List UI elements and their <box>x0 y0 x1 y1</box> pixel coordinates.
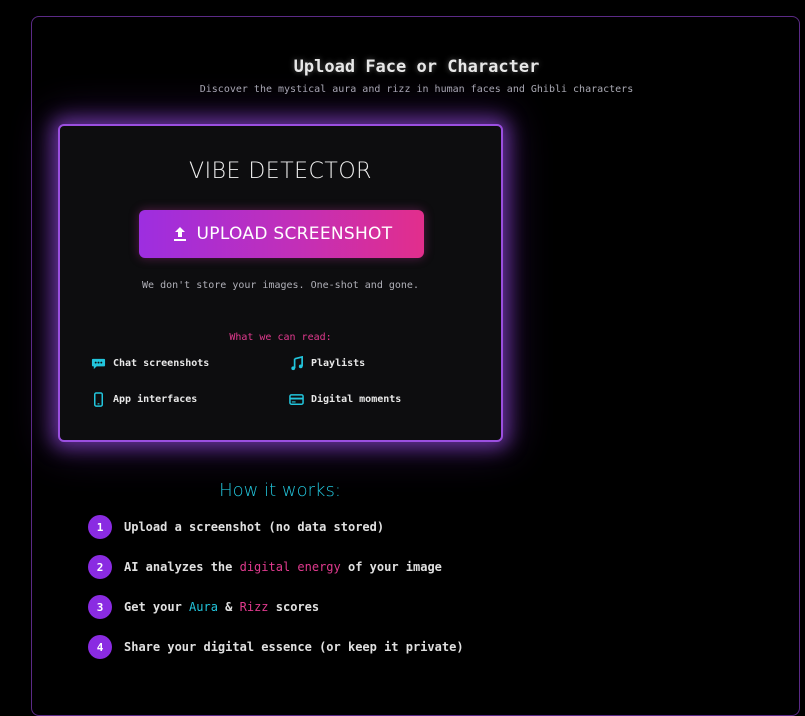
read-item-chat: Chat screenshots <box>91 356 209 371</box>
read-item-label: App interfaces <box>113 394 198 405</box>
step-text-post: scores <box>268 600 320 614</box>
step-number: 3 <box>88 595 112 619</box>
aura-highlight: Aura <box>189 600 218 614</box>
step-text-pre: AI analyzes the <box>124 560 240 574</box>
upload-icon <box>173 227 186 241</box>
main-panel: Upload Face or Character Discover the my… <box>31 16 800 716</box>
step-text-post: of your image <box>340 560 442 574</box>
step-text: Share your digital essence (or keep it p… <box>124 640 464 654</box>
read-item-label: Digital moments <box>311 394 402 405</box>
page-subtitle: Discover the mystical aura and rizz in h… <box>199 84 634 95</box>
privacy-note: We don't store your images. One-shot and… <box>142 280 419 291</box>
step-2: 2 AI analyzes the digital energy of your… <box>88 555 442 579</box>
vibe-detector-card: VIBE DETECTOR UPLOAD SCREENSHOT We don't… <box>58 124 503 442</box>
upload-button-label: UPLOAD SCREENSHOT <box>196 224 393 244</box>
step-text: AI analyzes the digital energy of your i… <box>124 560 442 574</box>
step-number: 4 <box>88 635 112 659</box>
upload-screenshot-button[interactable]: UPLOAD SCREENSHOT <box>139 210 424 258</box>
card-icon <box>289 394 304 405</box>
read-item-digital-moments: Digital moments <box>289 392 401 407</box>
read-heading: What we can read: <box>229 332 332 343</box>
page-title: Upload Face or Character <box>293 57 540 77</box>
step-text: Get your Aura & Rizz scores <box>124 600 319 614</box>
read-item-app-interfaces: App interfaces <box>91 392 197 407</box>
music-note-icon <box>291 356 303 371</box>
step-1: 1 Upload a screenshot (no data stored) <box>88 515 384 539</box>
read-item-label: Chat screenshots <box>113 358 210 369</box>
step-number: 1 <box>88 515 112 539</box>
how-it-works-title: How it works: <box>219 480 341 501</box>
step-text: Upload a screenshot (no data stored) <box>124 520 385 534</box>
chat-bubble-icon <box>91 358 106 370</box>
read-item-playlists: Playlists <box>289 356 365 371</box>
step-4: 4 Share your digital essence (or keep it… <box>88 635 464 659</box>
digital-energy-highlight: digital energy <box>239 560 341 574</box>
step-text-amp: & <box>217 600 240 614</box>
step-number: 2 <box>88 555 112 579</box>
card-title: VIBE DETECTOR <box>189 159 372 184</box>
phone-icon <box>94 392 103 407</box>
read-item-label: Playlists <box>311 358 366 369</box>
rizz-highlight: Rizz <box>239 600 269 614</box>
step-3: 3 Get your Aura & Rizz scores <box>88 595 319 619</box>
step-text-pre: Get your <box>124 600 190 614</box>
